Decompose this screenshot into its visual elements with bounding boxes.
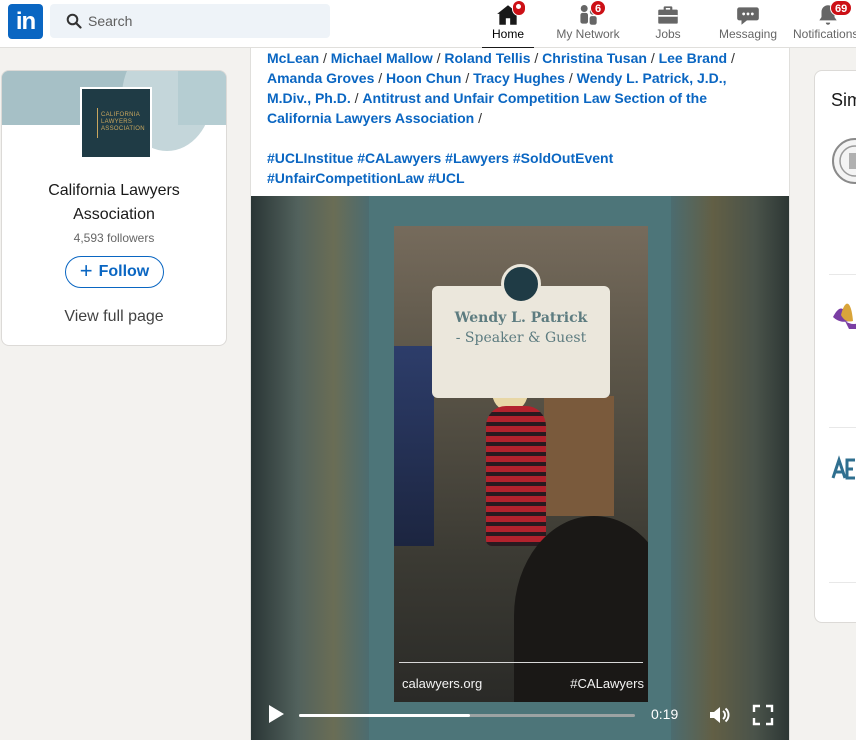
lotus-logo-icon[interactable] bbox=[831, 291, 856, 339]
nav-home-label: Home bbox=[491, 27, 524, 41]
hashtag-link[interactable]: #UCLInstitue bbox=[267, 150, 353, 166]
separator: / bbox=[568, 70, 573, 86]
mention-link[interactable]: Christina Tusan bbox=[542, 50, 647, 66]
video-controls: 0:19 bbox=[251, 690, 789, 740]
follow-button[interactable]: + Follow bbox=[65, 256, 164, 288]
post-body: McLean / Michael Mallow / Roland Tellis … bbox=[267, 48, 767, 128]
feed-post: McLean / Michael Mallow / Roland Tellis … bbox=[250, 48, 790, 740]
linkedin-logo-icon[interactable]: in bbox=[8, 4, 43, 39]
mention-link[interactable]: Hoon Chun bbox=[386, 70, 461, 86]
video-still: Wendy L. Patrick - Speaker & Guest calaw… bbox=[394, 226, 648, 702]
network-count-badge: 6 bbox=[590, 0, 607, 16]
seal-logo-icon[interactable] bbox=[831, 137, 856, 185]
mention-link[interactable]: Roland Tellis bbox=[444, 50, 530, 66]
speaker-name: Wendy L. Patrick bbox=[454, 310, 588, 326]
speaker-title-card: Wendy L. Patrick - Speaker & Guest bbox=[432, 264, 610, 398]
video-time: 0:19 bbox=[651, 706, 679, 722]
separator: / bbox=[478, 110, 482, 126]
video-caption-site: calawyers.org bbox=[402, 676, 483, 691]
separator: / bbox=[650, 50, 655, 66]
chat-icon bbox=[737, 7, 759, 25]
search-bar[interactable] bbox=[50, 4, 330, 38]
play-icon[interactable] bbox=[265, 702, 287, 726]
nav-jobs[interactable]: Jobs bbox=[644, 0, 692, 48]
briefcase-icon bbox=[658, 6, 678, 24]
nav-messaging-label: Messaging bbox=[718, 27, 778, 41]
view-full-page-link[interactable]: View full page bbox=[2, 308, 226, 326]
separator: / bbox=[730, 50, 735, 66]
top-nav: in Home 6 My Network Jobs bbox=[0, 0, 856, 49]
post-hashtags: #UCLInstitue #CALawyers #Lawyers #SoldOu… bbox=[267, 148, 767, 188]
divider bbox=[829, 274, 856, 275]
separator: / bbox=[378, 70, 383, 86]
video-blur-right bbox=[671, 196, 789, 740]
hashtag-link[interactable]: #UCL bbox=[428, 170, 465, 186]
nav-notifications-label: Notifications bbox=[793, 27, 856, 41]
plus-icon: + bbox=[79, 258, 93, 283]
speaker-role: - Speaker & Guest bbox=[455, 330, 587, 346]
logo-line-1: CALIFORNIA bbox=[101, 112, 141, 118]
window-decor bbox=[394, 346, 434, 546]
follow-button-label: Follow bbox=[98, 263, 150, 280]
video-progress-bar[interactable] bbox=[299, 714, 635, 717]
association-badge-icon bbox=[501, 264, 541, 304]
mention-link[interactable]: Amanda Groves bbox=[267, 70, 374, 86]
mention-link[interactable]: Lee Brand bbox=[659, 50, 727, 66]
notifications-count-badge: 69 bbox=[830, 0, 853, 16]
nav-my-network[interactable]: 6 My Network bbox=[552, 0, 624, 48]
search-input[interactable] bbox=[88, 4, 318, 38]
video-blur-left bbox=[251, 196, 369, 740]
similar-pages-card: Similar pages bbox=[814, 70, 856, 623]
mention-link[interactable]: Michael Mallow bbox=[331, 50, 433, 66]
video-progress-fill bbox=[299, 714, 471, 717]
video-player[interactable]: Wendy L. Patrick - Speaker & Guest calaw… bbox=[251, 196, 789, 740]
nav-my-network-label: My Network bbox=[556, 27, 620, 41]
home-notification-dot bbox=[512, 0, 526, 16]
nav-home[interactable]: Home bbox=[482, 0, 534, 49]
separator: / bbox=[436, 50, 441, 66]
company-name[interactable]: California Lawyers Association bbox=[2, 179, 226, 227]
nav-notifications[interactable]: 69 Notifications bbox=[792, 0, 856, 48]
separator: / bbox=[465, 70, 470, 86]
follower-count: 4,593 followers bbox=[73, 231, 155, 245]
mention-link[interactable]: McLean bbox=[267, 50, 319, 66]
similar-pages-title: Similar pages bbox=[831, 90, 856, 110]
video-caption-tag: #CALawyers bbox=[570, 676, 644, 691]
hashtag-link[interactable]: #SoldOutEvent bbox=[513, 150, 613, 166]
podium-decor bbox=[544, 396, 614, 516]
separator: / bbox=[323, 50, 327, 66]
search-icon bbox=[66, 13, 82, 29]
video-caption-rule bbox=[399, 662, 643, 663]
divider bbox=[829, 427, 856, 428]
ae-logo-icon[interactable] bbox=[831, 446, 856, 494]
hashtag-link[interactable]: #CALawyers bbox=[357, 150, 441, 166]
separator: / bbox=[354, 90, 359, 106]
speaker-figure bbox=[486, 406, 546, 546]
company-logo[interactable]: CALIFORNIA LAWYERS ASSOCIATION bbox=[80, 87, 152, 159]
volume-icon[interactable] bbox=[707, 703, 731, 727]
separator: / bbox=[534, 50, 539, 66]
fullscreen-icon[interactable] bbox=[751, 703, 775, 727]
logo-line-2: LAWYERS bbox=[101, 119, 133, 125]
divider bbox=[829, 582, 856, 583]
mention-link[interactable]: Tracy Hughes bbox=[473, 70, 565, 86]
hashtag-link[interactable]: #Lawyers bbox=[445, 150, 509, 166]
hashtag-link[interactable]: #UnfairCompetitionLaw bbox=[267, 170, 424, 186]
nav-jobs-label: Jobs bbox=[655, 27, 681, 41]
company-card: CALIFORNIA LAWYERS ASSOCIATION Californi… bbox=[1, 70, 227, 346]
nav-messaging[interactable]: Messaging bbox=[714, 0, 782, 48]
logo-line-3: ASSOCIATION bbox=[101, 126, 145, 132]
